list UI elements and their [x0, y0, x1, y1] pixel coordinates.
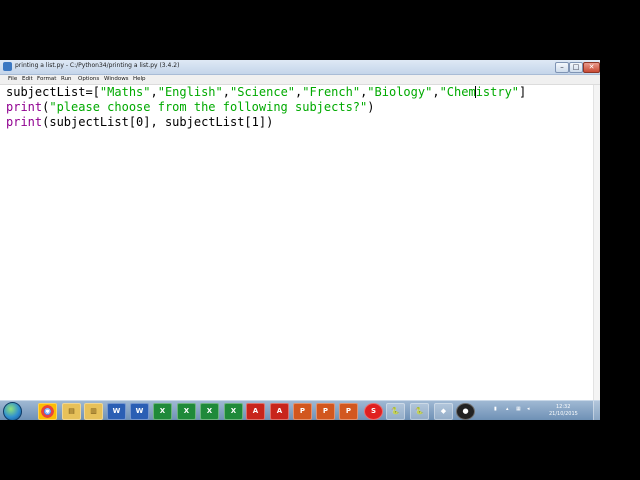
code-editor[interactable]: subjectList=["Maths","English","Science"… [0, 85, 600, 400]
menu-help[interactable]: Help [133, 76, 146, 82]
clock-time[interactable]: 12:32 [556, 404, 570, 410]
taskbar-pdf-icon[interactable]: A [270, 403, 289, 420]
window-title-bar[interactable]: printing a list.py - C:/Python34/printin… [0, 60, 600, 75]
taskbar-folder-icon[interactable]: ▤ [62, 403, 81, 420]
taskbar-screen-recorder-icon[interactable]: ◆ [434, 403, 453, 420]
system-tray: ▮ ▴ ▦ ◂ 12:32 21/10/2015 [494, 403, 578, 418]
taskbar-powerpoint-icon[interactable]: P [316, 403, 335, 420]
code-text[interactable]: subjectList=["Maths","English","Science"… [6, 85, 526, 130]
vertical-scrollbar[interactable] [593, 85, 600, 400]
taskbar-excel-icon[interactable]: X [177, 403, 196, 420]
taskbar-pdf-icon[interactable]: A [246, 403, 265, 420]
taskbar-word-icon[interactable]: W [130, 403, 149, 420]
taskbar-python-icon[interactable]: 🐍 [386, 403, 405, 420]
taskbar-powerpoint-icon[interactable]: P [293, 403, 312, 420]
taskbar-excel-icon[interactable]: X [200, 403, 219, 420]
tray-arrow-icon[interactable]: ▴ [506, 406, 509, 412]
menu-file[interactable]: File [8, 76, 17, 82]
taskbar-word-icon[interactable]: W [107, 403, 126, 420]
taskbar-python-icon[interactable]: 🐍 [410, 403, 429, 420]
menu-options[interactable]: Options [78, 76, 99, 82]
taskbar-chrome-icon[interactable]: ◉ [38, 403, 57, 420]
desktop-screen: printing a list.py - C:/Python34/printin… [0, 60, 600, 420]
tray-volume-icon[interactable]: ◂ [527, 406, 530, 412]
clock-date[interactable]: 21/10/2015 [549, 411, 578, 417]
taskbar-obs-icon[interactable]: ● [456, 403, 475, 420]
menu-bar: File Edit Format Run Options Windows Hel… [0, 75, 600, 85]
window-title: printing a list.py - C:/Python34/printin… [15, 62, 180, 69]
menu-edit[interactable]: Edit [22, 76, 33, 82]
start-button[interactable] [3, 402, 22, 420]
minimize-button[interactable]: – [555, 62, 569, 73]
menu-format[interactable]: Format [37, 76, 56, 82]
tray-flag-icon[interactable]: ▮ [494, 406, 497, 412]
maximize-button[interactable]: □ [569, 62, 583, 73]
menu-run[interactable]: Run [61, 76, 72, 82]
idle-app-icon [3, 62, 12, 71]
taskbar: ◉ ▤ ▥ W W X X X X A A P P P S 🐍 🐍 ◆ ● ▮ ▴ ▦ ◂ 12:32 21/10/… [0, 400, 600, 420]
menu-windows[interactable]: Windows [104, 76, 129, 82]
tray-network-icon[interactable]: ▦ [516, 406, 521, 412]
code-line-3: print(subjectList[0], subjectList[1]) [6, 115, 274, 129]
taskbar-library-icon[interactable]: ▥ [84, 403, 103, 420]
taskbar-powerpoint-icon[interactable]: P [339, 403, 358, 420]
taskbar-red-circle-app-icon[interactable]: S [364, 403, 383, 420]
code-line-2: print("please choose from the following … [6, 100, 375, 114]
close-button[interactable]: ✕ [583, 62, 600, 73]
code-line-1: subjectList=["Maths","English","Science"… [6, 85, 527, 99]
taskbar-excel-icon[interactable]: X [153, 403, 172, 420]
show-desktop-button[interactable] [593, 401, 600, 420]
taskbar-excel-icon[interactable]: X [224, 403, 243, 420]
